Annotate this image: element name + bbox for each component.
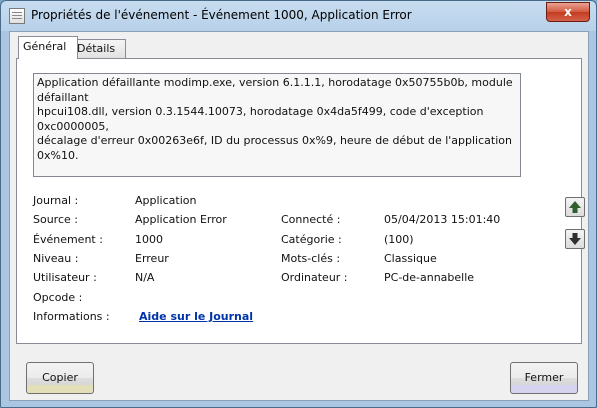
- source-value: Application Error: [135, 213, 227, 226]
- dialog-client-area: Général Détails Application défaillante …: [9, 31, 589, 401]
- aide-journal-link[interactable]: Aide sur le Journal: [139, 310, 253, 323]
- mots-cles-value: Classique: [384, 252, 437, 265]
- previous-event-button[interactable]: [565, 197, 585, 217]
- close-button[interactable]: Fermer: [510, 362, 578, 394]
- title-bar[interactable]: Propriétés de l'événement - Événement 10…: [1, 1, 596, 31]
- ordinateur-value: PC-de-annabelle: [384, 271, 475, 284]
- event-description-text: Application défaillante modimp.exe, vers…: [37, 76, 513, 162]
- ordinateur-label: Ordinateur :: [281, 271, 348, 284]
- connecte-label: Connecté :: [281, 213, 341, 226]
- next-event-button[interactable]: [565, 229, 585, 249]
- opcode-label: Opcode :: [33, 291, 83, 304]
- mots-cles-label: Mots-clés :: [281, 252, 341, 265]
- informations-label: Informations :: [33, 310, 110, 323]
- evenement-value: 1000: [135, 233, 163, 246]
- general-tab-panel: Application défaillante modimp.exe, vers…: [16, 58, 585, 344]
- event-description-box[interactable]: Application défaillante modimp.exe, vers…: [33, 73, 521, 177]
- categorie-value: (100): [384, 233, 414, 246]
- close-window-button[interactable]: x: [546, 2, 590, 22]
- event-viewer-icon: [9, 8, 25, 24]
- window-title: Propriétés de l'événement - Événement 10…: [31, 8, 412, 22]
- connecte-value: 05/04/2013 15:01:40: [384, 213, 501, 226]
- tab-details[interactable]: Détails: [72, 39, 126, 58]
- categorie-label: Catégorie :: [281, 233, 342, 246]
- utilisateur-label: Utilisateur :: [33, 271, 97, 284]
- journal-label: Journal :: [33, 194, 79, 207]
- event-properties-window: Propriétés de l'événement - Événement 10…: [0, 0, 597, 408]
- niveau-value: Erreur: [135, 252, 169, 265]
- source-label: Source :: [33, 213, 78, 226]
- journal-value: Application: [135, 194, 197, 207]
- tab-general[interactable]: Général: [18, 36, 78, 59]
- evenement-label: Événement :: [33, 233, 103, 246]
- niveau-label: Niveau :: [33, 252, 79, 265]
- utilisateur-value: N/A: [135, 271, 155, 284]
- copy-button[interactable]: Copier: [26, 362, 94, 394]
